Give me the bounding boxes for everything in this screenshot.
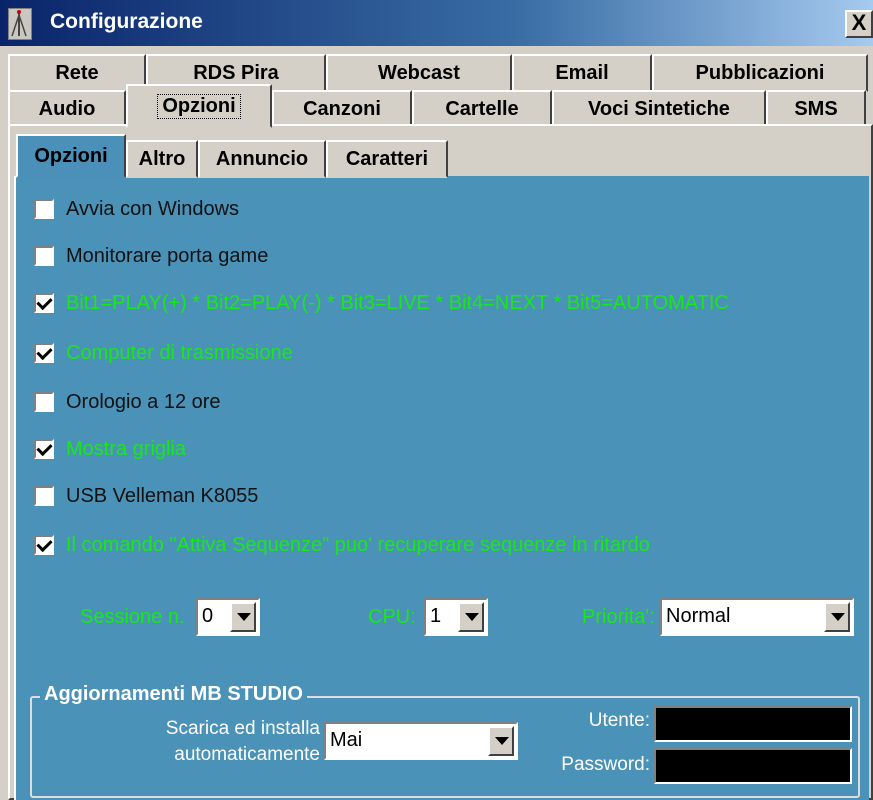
checkbox-orologio-12[interactable]: Orologio a 12 ore xyxy=(34,389,221,415)
checkbox-box[interactable] xyxy=(34,439,54,459)
password-field[interactable] xyxy=(654,748,852,784)
checkbox-label: Computer di trasmissione xyxy=(66,341,293,364)
checkbox-label: USB Velleman K8055 xyxy=(66,484,259,507)
auto-update-label-1: Scarica ed installa xyxy=(165,718,320,739)
cpu-select[interactable]: 1 xyxy=(424,598,488,636)
checkbox-box[interactable] xyxy=(34,343,54,363)
close-button[interactable]: X xyxy=(845,10,873,38)
tab-canzoni[interactable]: Canzoni xyxy=(272,90,412,128)
checkbox-box[interactable] xyxy=(34,246,54,266)
window-title: Configurazione xyxy=(50,10,203,33)
priority-label: Priorita': xyxy=(582,606,655,628)
tab-voci-sintetiche[interactable]: Voci Sintetiche xyxy=(552,90,766,128)
checkbox-label: Bit1=PLAY(+) * Bit2=PLAY(-) * Bit3=LIVE … xyxy=(66,291,729,314)
inner-tab-row: Opzioni Altro Annuncio Caratteri xyxy=(16,134,448,178)
checkbox-label: Mostra griglia xyxy=(66,437,187,460)
user-label: Utente: xyxy=(588,710,650,731)
checkbox-avvia-windows[interactable]: Avvia con Windows xyxy=(34,196,239,222)
checkbox-box[interactable] xyxy=(34,535,54,555)
password-label: Password: xyxy=(561,754,650,775)
tab-opzioni[interactable]: Opzioni xyxy=(126,84,272,128)
checkbox-box[interactable] xyxy=(34,293,54,313)
inner-tab-caratteri[interactable]: Caratteri xyxy=(326,140,448,178)
checkbox-box[interactable] xyxy=(34,392,54,412)
updates-group-title: Aggiornamenti MB STUDIO xyxy=(40,683,307,706)
auto-update-label-2: automaticamente xyxy=(174,744,320,765)
configuration-window: Configurazione X Rete RDS Pira Webcast E… xyxy=(0,0,873,800)
checkbox-usb-velleman[interactable]: USB Velleman K8055 xyxy=(34,483,258,509)
checkbox-bit-mapping[interactable]: Bit1=PLAY(+) * Bit2=PLAY(-) * Bit3=LIVE … xyxy=(34,290,729,316)
cpu-value: 1 xyxy=(430,605,442,627)
tab-sms[interactable]: SMS xyxy=(766,90,866,128)
auto-update-value: Mai xyxy=(330,729,363,751)
tab-audio[interactable]: Audio xyxy=(8,90,126,128)
tab-webcast[interactable]: Webcast xyxy=(326,54,512,92)
title-bar[interactable]: Configurazione X xyxy=(0,0,873,46)
tab-email[interactable]: Email xyxy=(512,54,652,92)
checkbox-mostra-griglia[interactable]: Mostra griglia xyxy=(34,436,186,462)
tab-cartelle[interactable]: Cartelle xyxy=(412,90,552,128)
checkbox-attiva-sequenze[interactable]: Il comando "Attiva Sequenze" puo' recupe… xyxy=(34,532,650,558)
auto-update-select[interactable]: Mai xyxy=(324,722,518,760)
tab-row-2: Audio Opzioni Canzoni Cartelle Voci Sint… xyxy=(8,84,866,128)
session-label: Sessione n. xyxy=(80,606,185,628)
checkbox-porta-game[interactable]: Monitorare porta game xyxy=(34,243,268,269)
cpu-label: CPU: xyxy=(368,606,416,628)
checkbox-box[interactable] xyxy=(34,486,54,506)
chevron-down-icon[interactable] xyxy=(824,602,850,632)
chevron-down-icon[interactable] xyxy=(458,602,484,632)
priority-select[interactable]: Normal xyxy=(660,598,854,636)
session-value: 0 xyxy=(202,605,214,627)
inner-tab-opzioni[interactable]: Opzioni xyxy=(16,134,126,178)
checkbox-box[interactable] xyxy=(34,199,54,219)
inner-tab-annuncio[interactable]: Annuncio xyxy=(198,140,326,178)
priority-value: Normal xyxy=(666,605,731,627)
tab-pubblicazioni[interactable]: Pubblicazioni xyxy=(652,54,868,92)
checkbox-label: Monitorare porta game xyxy=(66,244,269,267)
inner-tab-altro[interactable]: Altro xyxy=(126,140,198,178)
checkbox-label: Orologio a 12 ore xyxy=(66,390,221,413)
checkbox-label: Avvia con Windows xyxy=(66,197,240,220)
chevron-down-icon[interactable] xyxy=(230,602,256,632)
chevron-down-icon[interactable] xyxy=(488,726,514,756)
session-select[interactable]: 0 xyxy=(196,598,260,636)
user-field[interactable] xyxy=(654,706,852,742)
tab-opzioni-label: Opzioni xyxy=(157,93,241,119)
antenna-icon xyxy=(8,8,32,40)
checkbox-label: Il comando "Attiva Sequenze" puo' recupe… xyxy=(66,533,650,556)
checkbox-computer-trasmissione[interactable]: Computer di trasmissione xyxy=(34,340,293,366)
